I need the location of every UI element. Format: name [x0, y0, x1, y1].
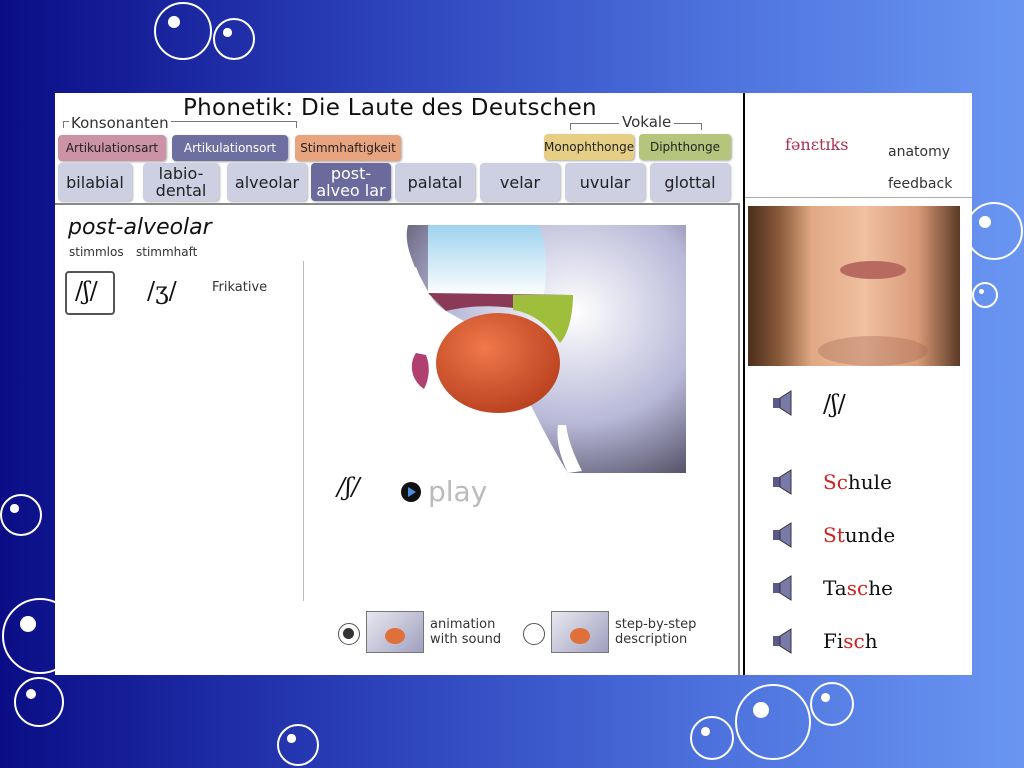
place-uvular[interactable]: uvular [565, 163, 645, 201]
example-word-tasche[interactable]: Tasche [823, 576, 893, 600]
bubble-decoration [965, 202, 1023, 260]
bubble-decoration [0, 494, 42, 536]
content-area: post-alveolar stimmlos stimmhaft /ʃ/ /ʒ/… [55, 203, 740, 675]
speaker-icon[interactable] [771, 521, 799, 549]
symbol-zh-button[interactable]: /ʒ/ [147, 277, 177, 305]
word-highlight: St [823, 523, 845, 547]
anatomy-link[interactable]: anatomy [888, 144, 950, 160]
right-panel: fənɛtɪks anatomy feedback /ʃ/ Schule Stu… [743, 93, 972, 675]
animation-mode-radio[interactable] [338, 623, 360, 645]
step-by-step-mode-label-1: step-by-step [615, 617, 697, 632]
place-labiodental-label-1: labio- [158, 164, 204, 183]
diphthongs-button[interactable]: Diphthonge [639, 134, 731, 160]
voiceless-label: stimmlos [69, 245, 124, 259]
manner-label: Frikative [212, 280, 268, 295]
example-word-fisch[interactable]: Fisch [823, 629, 878, 653]
face-chin-shadow [818, 336, 928, 366]
current-symbol: /ʃ/ [337, 473, 360, 501]
word-suffix: h [864, 629, 878, 653]
step-by-step-mode-thumbnail[interactable] [551, 611, 609, 653]
voiced-label: stimmhaft [136, 245, 198, 259]
word-suffix: hule [847, 470, 892, 494]
animation-mode-label-2: with sound [430, 632, 502, 647]
column-divider [303, 261, 304, 601]
thumbnail-tongue [385, 628, 405, 644]
place-labiodental-label-2: dental [155, 181, 207, 200]
bubble-decoration [14, 677, 64, 727]
place-postalveolar-label-1: post- [330, 164, 372, 183]
speaker-icon[interactable] [771, 627, 799, 655]
place-postalveolar-label-2: alveo lar [316, 181, 386, 200]
step-by-step-mode-label-2: description [615, 632, 688, 647]
step-by-step-mode-label: step-by-step description [615, 617, 696, 647]
place-glottal[interactable]: glottal [650, 163, 730, 201]
place-palatal[interactable]: palatal [395, 163, 475, 201]
symbol-sh-button[interactable]: /ʃ/ [75, 277, 98, 305]
consonants-label: Konsonanten [69, 114, 171, 132]
vowels-label: Vokale [619, 113, 675, 131]
word-prefix: Ta [823, 576, 847, 600]
word-highlight: sc [846, 576, 869, 600]
bubble-decoration [972, 282, 998, 308]
example-word-schule[interactable]: Schule [823, 470, 892, 494]
place-bilabial[interactable]: bilabial [58, 163, 132, 201]
place-alveolar[interactable]: alveolar [227, 163, 307, 201]
speaker-icon[interactable] [771, 574, 799, 602]
feedback-link[interactable]: feedback [888, 176, 952, 192]
face-video [748, 206, 960, 366]
place-labiodental[interactable]: labio- dental [143, 163, 219, 201]
place-postalveolar[interactable]: post- alveo lar [311, 163, 391, 201]
animation-mode-thumbnail[interactable] [366, 611, 424, 653]
voicing-button[interactable]: Stimmhaftigkeit [295, 135, 401, 161]
phonetics-app-window: Phonetik: Die Laute des Deutschen Konson… [55, 93, 972, 675]
manner-of-articulation-button[interactable]: Artikulationsart [58, 135, 166, 161]
main-panel: Phonetik: Die Laute des Deutschen Konson… [55, 93, 742, 675]
bubble-decoration [213, 18, 255, 60]
vocal-tract-diagram [368, 225, 686, 473]
header-divider [745, 197, 972, 198]
sound-symbol: /ʃ/ [823, 390, 846, 418]
word-prefix: Fi [823, 629, 844, 653]
play-icon [401, 481, 421, 502]
example-word-stunde[interactable]: Stunde [823, 523, 895, 547]
bubble-decoration [690, 716, 734, 760]
word-highlight: Sc [823, 470, 848, 494]
word-suffix: unde [844, 523, 896, 547]
word-suffix: he [868, 576, 893, 600]
step-by-step-mode-radio[interactable] [523, 623, 545, 645]
place-of-articulation-button[interactable]: Artikulationsort [172, 135, 288, 161]
animation-mode-label: animation with sound [430, 617, 501, 647]
play-label: play [428, 475, 488, 508]
animation-mode-label-1: animation [430, 617, 496, 632]
place-velar[interactable]: velar [480, 163, 560, 201]
speaker-icon[interactable] [771, 389, 799, 417]
bubble-decoration [810, 682, 854, 726]
app-title: Phonetik: Die Laute des Deutschen [183, 95, 597, 121]
bubble-decoration [154, 2, 212, 60]
play-button[interactable]: play [400, 475, 487, 508]
face-lips [840, 261, 906, 279]
bubble-decoration [277, 724, 319, 766]
bubble-decoration [735, 684, 811, 760]
word-highlight: sc [843, 629, 865, 653]
speaker-icon[interactable] [771, 468, 799, 496]
thumbnail-tongue [570, 628, 590, 644]
content-heading: post-alveolar [68, 215, 212, 240]
monophthongs-button[interactable]: Monophthonge [544, 134, 634, 160]
logo: fənɛtɪks [785, 135, 849, 154]
